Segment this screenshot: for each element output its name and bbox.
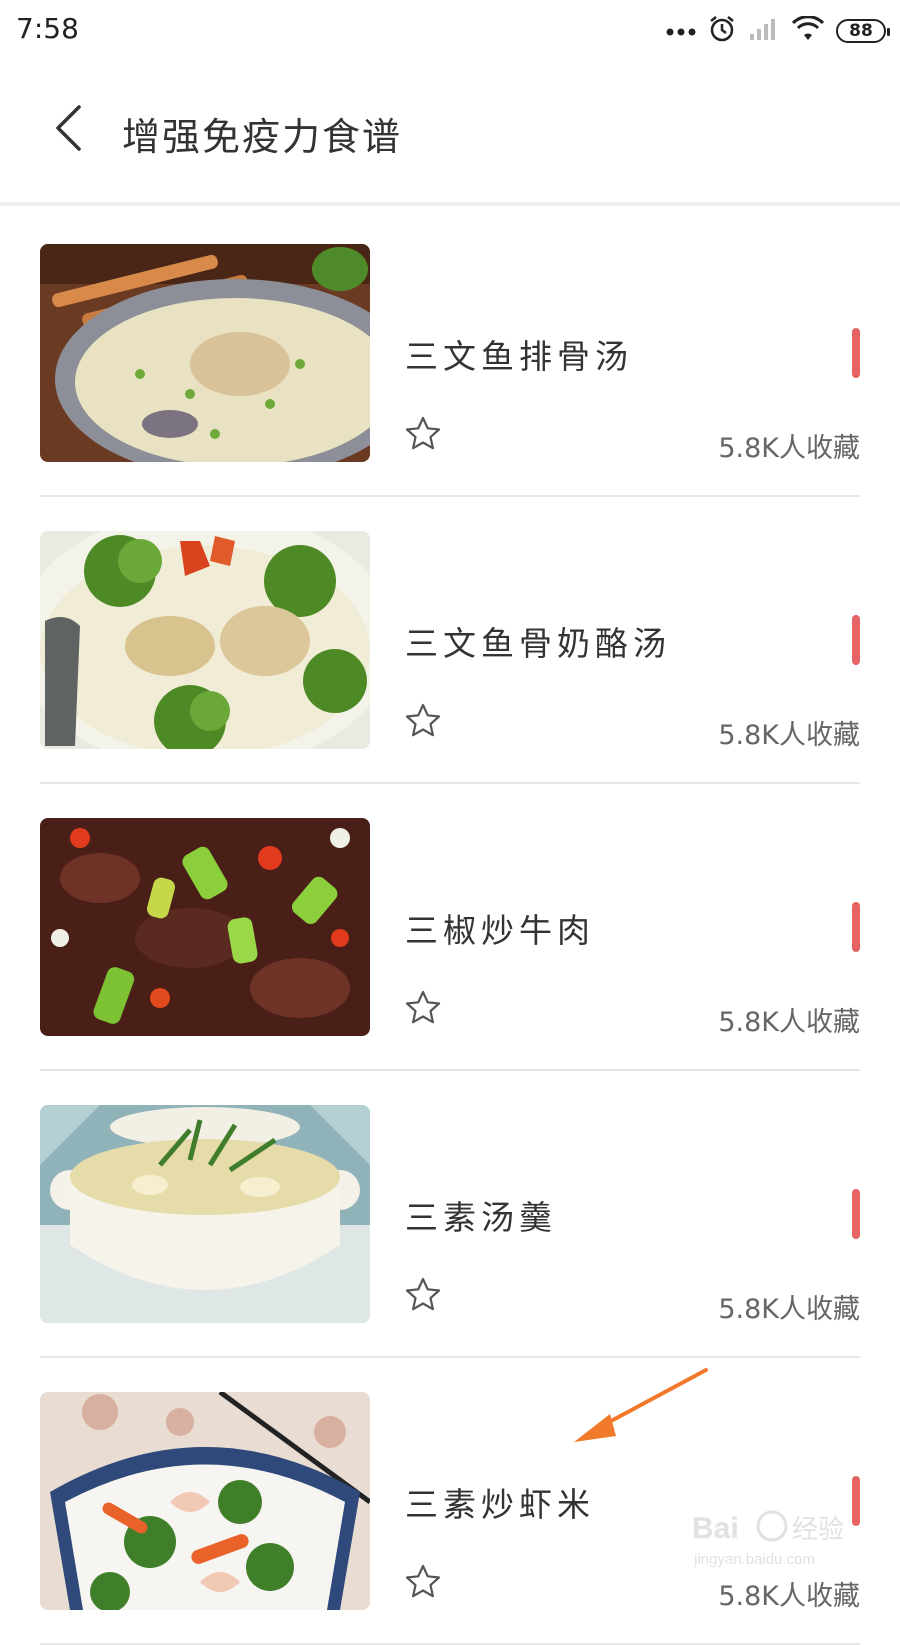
favorite-count: 5.8K人收藏 — [718, 1294, 860, 1325]
status-time: 7:58 — [16, 12, 79, 45]
star-icon[interactable] — [403, 414, 443, 454]
accent-bar — [852, 615, 860, 665]
recipe-image — [40, 531, 370, 749]
signal-off-icon — [748, 17, 780, 45]
accent-bar — [852, 328, 860, 378]
header: 增强免疫力食谱 — [0, 62, 900, 206]
recipe-item[interactable]: 三椒炒牛肉 5.8K人收藏 — [40, 784, 860, 1071]
more-dots-icon — [666, 22, 696, 41]
star-icon[interactable] — [403, 701, 443, 741]
recipe-title: 三文鱼排骨汤 — [405, 337, 633, 376]
star-icon[interactable] — [403, 1275, 443, 1315]
favorite-count: 5.8K人收藏 — [718, 720, 860, 751]
favorite-count: 5.8K人收藏 — [718, 1581, 860, 1612]
accent-bar — [852, 902, 860, 952]
status-bar: 7:58 88 — [0, 0, 900, 62]
recipe-item[interactable]: 三文鱼排骨汤 5.8K人收藏 — [40, 210, 860, 497]
page-title: 增强免疫力食谱 — [122, 115, 403, 159]
recipe-image — [40, 818, 370, 1036]
accent-bar — [852, 1189, 860, 1239]
recipe-item[interactable]: 三文鱼骨奶酪汤 5.8K人收藏 — [40, 497, 860, 784]
recipe-title: 三椒炒牛肉 — [405, 911, 595, 950]
favorite-count: 5.8K人收藏 — [718, 1007, 860, 1038]
recipe-image — [40, 1392, 370, 1610]
recipe-item[interactable]: 三素炒虾米 5.8K人收藏 — [40, 1358, 860, 1645]
battery-indicator: 88 — [836, 19, 890, 43]
alarm-icon — [708, 15, 736, 47]
back-button[interactable] — [40, 102, 96, 158]
recipe-item[interactable]: 三素汤羹 5.8K人收藏 — [40, 1071, 860, 1358]
recipe-title: 三素汤羹 — [405, 1198, 557, 1237]
chevron-left-icon — [53, 104, 83, 156]
favorite-count: 5.8K人收藏 — [718, 433, 860, 464]
accent-bar — [852, 1476, 860, 1526]
star-icon[interactable] — [403, 1562, 443, 1602]
recipe-image — [40, 244, 370, 462]
status-icons: 88 — [666, 14, 890, 48]
recipe-title: 三文鱼骨奶酪汤 — [405, 624, 671, 663]
recipe-title: 三素炒虾米 — [405, 1485, 595, 1524]
star-icon[interactable] — [403, 988, 443, 1028]
wifi-icon — [791, 15, 825, 46]
recipe-image — [40, 1105, 370, 1323]
recipe-list: 三文鱼排骨汤 5.8K人收藏 三文鱼骨奶酪汤 5.8K人收藏 三椒炒牛肉 5.8… — [40, 210, 860, 1645]
